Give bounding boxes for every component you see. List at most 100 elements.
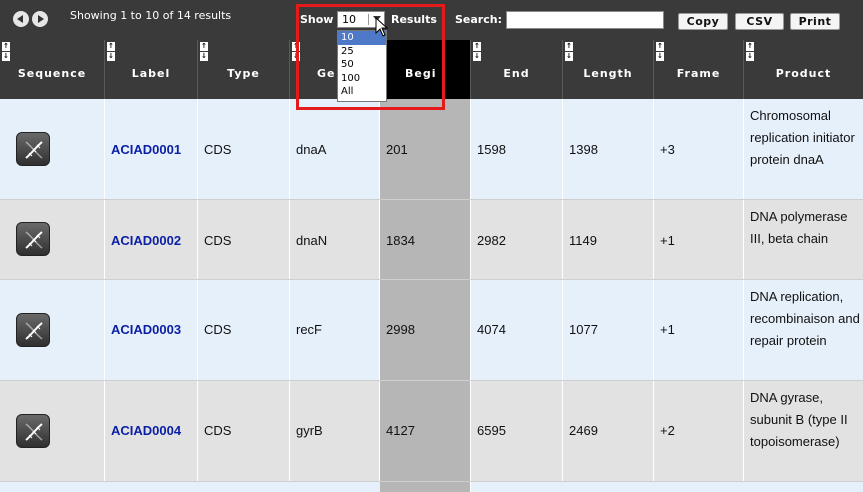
show-label: Show	[300, 13, 334, 26]
product-cell: DNA gyrase, subunit B (type II topoisome…	[744, 381, 863, 481]
length-cell: 1398	[563, 99, 654, 199]
column-header-type[interactable]: ↑ ↓ Type	[198, 40, 290, 99]
gene-label-link[interactable]: ACIAD0002	[111, 233, 181, 248]
dna-icon[interactable]	[16, 222, 50, 256]
gene-value: dnaN	[296, 233, 328, 248]
length-cell: 1077	[563, 280, 654, 380]
column-header-frame[interactable]: ↑ ↓ Frame	[654, 40, 744, 99]
table-toolbar: Showing 1 to 10 of 14 results Show 10 Re…	[0, 0, 863, 40]
frame-cell: +1	[654, 280, 744, 380]
copy-button[interactable]: Copy	[678, 13, 728, 30]
end-value: 1598	[477, 142, 506, 157]
frame-value: +2	[660, 423, 675, 438]
page-size-option[interactable]: 25	[338, 45, 386, 59]
table-row: ACIAD0003 CDS recF 2998 4074 1077 +1 DNA…	[0, 280, 863, 381]
type-cell: CDS	[198, 280, 290, 380]
column-header-begin[interactable]: Begi	[380, 40, 471, 99]
column-header-length[interactable]: ↑ ↓ Length	[563, 40, 654, 99]
gene-value: dnaA	[296, 142, 327, 157]
begin-value: 201	[386, 142, 408, 157]
frame-cell: +2	[654, 381, 744, 481]
sequence-cell	[0, 99, 105, 199]
table-row: ACIAD0001 CDS dnaA 201 1598 1398 +3 Chro…	[0, 99, 863, 200]
column-header-end[interactable]: ↑ ↓ End	[471, 40, 563, 99]
length-cell: 1149	[563, 200, 654, 279]
search-input[interactable]	[506, 11, 664, 29]
begin-cell: 1834	[380, 200, 471, 279]
results-label: Results	[391, 13, 437, 26]
column-header-product[interactable]: ↑ ↓ Product	[744, 40, 863, 99]
gene-label-link[interactable]: ACIAD0003	[111, 322, 181, 337]
dna-icon[interactable]	[16, 313, 50, 347]
sort-arrows-icon: ↑ ↓	[200, 42, 208, 61]
sort-arrows-icon: ↑ ↓	[656, 42, 664, 61]
frame-value: +1	[660, 233, 675, 248]
csv-button[interactable]: CSV	[735, 13, 784, 30]
end-cell: 1598	[471, 99, 563, 199]
type-cell: CDS	[198, 381, 290, 481]
gene-cell: dnaN	[290, 200, 380, 279]
frame-value: +1	[660, 322, 675, 337]
label-cell[interactable]: ACIAD0003	[105, 280, 198, 380]
page-size-option[interactable]: 100	[338, 72, 386, 86]
table-row: ACIAD0002 CDS dnaN 1834 2982 1149 +1 DNA…	[0, 200, 863, 280]
next-page-button[interactable]	[32, 11, 48, 27]
label-cell[interactable]: ACIAD0002	[105, 200, 198, 279]
begin-cell: 201	[380, 99, 471, 199]
end-cell: 4074	[471, 280, 563, 380]
begin-cell: 2998	[380, 280, 471, 380]
begin-value: 2998	[386, 322, 415, 337]
dna-icon[interactable]	[16, 132, 50, 166]
frame-cell: +1	[654, 200, 744, 279]
type-value: CDS	[204, 233, 232, 248]
prev-arrow-icon	[17, 15, 23, 23]
search-label: Search:	[455, 13, 502, 26]
gene-label-link[interactable]: ACIAD0004	[111, 423, 181, 438]
gene-cell: recF	[290, 280, 380, 380]
sort-arrows-icon: ↑ ↓	[565, 42, 573, 61]
print-button[interactable]: Print	[790, 13, 840, 30]
begin-cell: 4127	[380, 381, 471, 481]
label-cell[interactable]: ACIAD0004	[105, 381, 198, 481]
end-value: 2982	[477, 233, 506, 248]
table-header: ↑ ↓ Sequence ↑ ↓ Label ↑ ↓ Type ↑ ↓ Ge Begi …	[0, 40, 863, 99]
type-value: CDS	[204, 423, 232, 438]
gene-value: gyrB	[296, 423, 323, 438]
end-value: 4074	[477, 322, 506, 337]
sequence-cell	[0, 381, 105, 481]
column-header-sequence[interactable]: ↑ ↓ Sequence	[0, 40, 105, 99]
product-cell: Chromosomal replication initiator protei…	[744, 99, 863, 199]
product-value: DNA gyrase, subunit B (type II topoisome…	[750, 390, 848, 449]
table-row: ACIAD0004 CDS gyrB 4127 6595 2469 +2 DNA…	[0, 381, 863, 482]
frame-value: +3	[660, 142, 675, 157]
gene-label-link[interactable]: ACIAD0001	[111, 142, 181, 157]
type-value: CDS	[204, 142, 232, 157]
gene-value: recF	[296, 322, 322, 337]
sort-arrows-icon: ↑ ↓	[292, 42, 300, 61]
table-row	[0, 482, 863, 492]
begin-value: 1834	[386, 233, 415, 248]
product-cell: DNA polymerase III, beta chain	[744, 200, 863, 279]
end-cell: 6595	[471, 381, 563, 481]
page-size-dropdown: 10 25 50 100 All	[337, 30, 387, 102]
page-size-option[interactable]: All	[338, 85, 386, 99]
type-cell: CDS	[198, 99, 290, 199]
begin-value: 4127	[386, 423, 415, 438]
length-value: 1398	[569, 142, 598, 157]
column-header-label[interactable]: ↑ ↓ Label	[105, 40, 198, 99]
page-size-option[interactable]: 50	[338, 58, 386, 72]
product-value: DNA replication, recombinaison and repai…	[750, 289, 860, 348]
length-cell: 2469	[563, 381, 654, 481]
select-divider	[368, 14, 369, 25]
product-cell: DNA replication, recombinaison and repai…	[744, 280, 863, 380]
mouse-cursor-icon	[375, 17, 389, 37]
next-arrow-icon	[38, 15, 44, 23]
dna-icon[interactable]	[16, 414, 50, 448]
frame-cell: +3	[654, 99, 744, 199]
label-cell[interactable]: ACIAD0001	[105, 99, 198, 199]
type-cell: CDS	[198, 200, 290, 279]
prev-page-button[interactable]	[13, 11, 29, 27]
results-info: Showing 1 to 10 of 14 results	[70, 9, 232, 22]
length-value: 2469	[569, 423, 598, 438]
product-value: DNA polymerase III, beta chain	[750, 209, 848, 246]
